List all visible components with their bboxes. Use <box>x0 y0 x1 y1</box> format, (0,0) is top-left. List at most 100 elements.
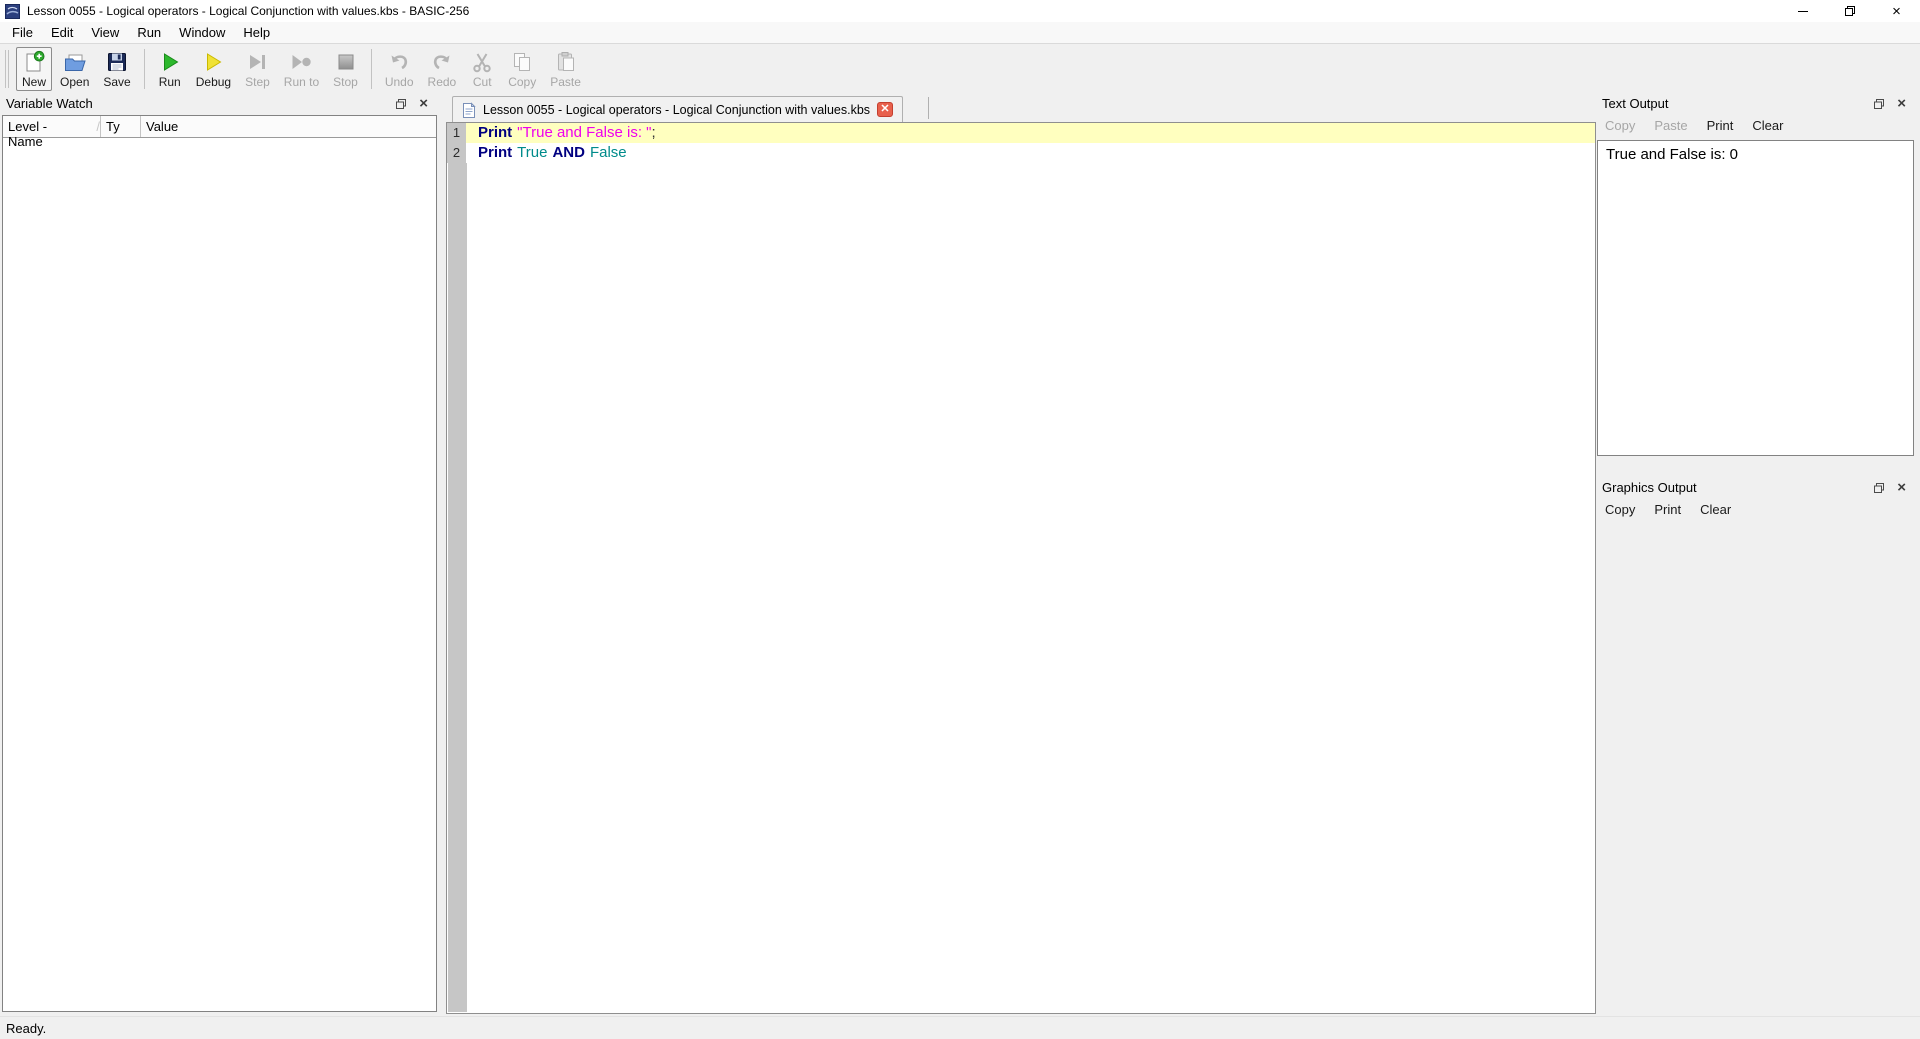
tab-close-icon[interactable]: ✕ <box>877 102 893 117</box>
graphics-output-clear-button[interactable]: Clear <box>1700 502 1731 517</box>
paste-button-label: Paste <box>550 75 581 89</box>
close-icon: × <box>1892 4 1901 19</box>
float-panel-icon[interactable] <box>1873 98 1885 110</box>
debug-button[interactable]: Debug <box>190 47 237 91</box>
run-to-icon <box>289 50 313 74</box>
text-output-print-button[interactable]: Print <box>1707 118 1734 133</box>
graphics-output-titlebar: Graphics Output × <box>1596 476 1918 499</box>
run-button[interactable]: Run <box>152 47 188 91</box>
save-button-label: Save <box>103 75 130 89</box>
step-button[interactable]: Step <box>239 47 276 91</box>
status-message: Ready. <box>6 1021 46 1036</box>
graphics-output-print-button[interactable]: Print <box>1654 502 1681 517</box>
graphics-output-panel: Graphics Output × Copy Print Clear <box>1596 476 1918 1016</box>
variable-watch-panel: Variable Watch × Level - Name / Ty Value <box>0 92 440 1016</box>
run-to-button-label: Run to <box>284 75 319 89</box>
minimize-icon <box>1798 11 1808 12</box>
copy-button-label: Copy <box>508 75 536 89</box>
punctuation-token: ; <box>651 124 655 141</box>
step-icon <box>245 50 269 74</box>
float-panel-icon[interactable] <box>395 98 407 110</box>
editor-tab[interactable]: Lesson 0055 - Logical operators - Logica… <box>452 96 903 122</box>
run-icon <box>158 50 182 74</box>
text-output-title: Text Output <box>1602 96 1873 111</box>
column-header-value[interactable]: Value <box>141 116 436 137</box>
cut-button-label: Cut <box>473 75 492 89</box>
variable-watch-header: Level - Name / Ty Value <box>3 116 436 138</box>
toolbar-separator <box>371 49 372 89</box>
close-panel-icon[interactable]: × <box>1897 97 1906 110</box>
open-folder-icon <box>63 50 87 74</box>
redo-button[interactable]: Redo <box>422 47 463 91</box>
menu-help[interactable]: Help <box>234 23 279 42</box>
minimize-button[interactable] <box>1779 0 1826 22</box>
cut-icon <box>470 50 494 74</box>
graphics-output-title: Graphics Output <box>1602 480 1873 495</box>
new-button[interactable]: New <box>16 47 52 91</box>
code-line-text: PrintTrueANDFalse <box>466 143 1595 163</box>
line-number: 2 <box>447 143 466 163</box>
close-panel-icon[interactable]: × <box>1897 481 1906 494</box>
text-output-content[interactable]: True and False is: 0 <box>1597 140 1914 456</box>
keyword-token: Print <box>478 144 512 161</box>
copy-icon <box>510 50 534 74</box>
save-floppy-icon <box>105 50 129 74</box>
toolbar-drag-handle[interactable] <box>5 50 9 88</box>
stop-button[interactable]: Stop <box>327 47 364 91</box>
open-button[interactable]: Open <box>54 47 95 91</box>
column-header-level-name[interactable]: Level - Name / <box>3 116 101 137</box>
undo-button[interactable]: Undo <box>379 47 420 91</box>
menu-view[interactable]: View <box>82 23 128 42</box>
sort-indicator-icon: / <box>96 119 100 137</box>
text-output-buttons: Copy Paste Print Clear <box>1596 115 1918 136</box>
editor-tabbar: Lesson 0055 - Logical operators - Logica… <box>446 92 1596 122</box>
code-line: 2 PrintTrueANDFalse <box>447 143 1595 163</box>
menu-window[interactable]: Window <box>170 23 234 42</box>
restore-icon <box>1844 5 1856 17</box>
tabbar-separator <box>928 97 929 119</box>
statusbar: Ready. <box>0 1016 1920 1039</box>
cut-button[interactable]: Cut <box>464 47 500 91</box>
editor-tab-title: Lesson 0055 - Logical operators - Logica… <box>483 103 870 117</box>
redo-icon <box>430 50 454 74</box>
graphics-output-buttons: Copy Print Clear <box>1596 499 1918 520</box>
text-output-paste-button[interactable]: Paste <box>1654 118 1687 133</box>
constant-token: False <box>590 144 627 161</box>
constant-token: True <box>517 144 547 161</box>
menu-edit[interactable]: Edit <box>42 23 82 42</box>
menu-file[interactable]: File <box>3 23 42 42</box>
run-button-label: Run <box>159 75 181 89</box>
float-panel-icon[interactable] <box>1873 482 1885 494</box>
string-token: "True and False is: " <box>517 124 651 141</box>
toolbar: New Open Save Run Debug <box>0 45 1920 92</box>
close-panel-icon[interactable]: × <box>419 97 428 110</box>
menu-run[interactable]: Run <box>128 23 170 42</box>
variable-watch-titlebar: Variable Watch × <box>0 92 440 115</box>
restore-button[interactable] <box>1826 0 1873 22</box>
code-line: 1 Print"True and False is: "; <box>447 123 1595 143</box>
paste-button[interactable]: Paste <box>544 47 587 91</box>
run-to-button[interactable]: Run to <box>278 47 325 91</box>
code-editor[interactable]: 1 Print"True and False is: "; 2 PrintTru… <box>446 122 1596 1014</box>
variable-watch-table: Level - Name / Ty Value <box>2 115 437 1012</box>
graphics-output-copy-button[interactable]: Copy <box>1605 502 1635 517</box>
undo-icon <box>387 50 411 74</box>
open-button-label: Open <box>60 75 89 89</box>
save-button[interactable]: Save <box>97 47 136 91</box>
keyword-token: Print <box>478 124 512 141</box>
text-output-copy-button[interactable]: Copy <box>1605 118 1635 133</box>
document-icon <box>462 102 476 118</box>
window-title: Lesson 0055 - Logical operators - Logica… <box>27 4 469 18</box>
redo-button-label: Redo <box>428 75 457 89</box>
copy-button[interactable]: Copy <box>502 47 542 91</box>
text-output-clear-button[interactable]: Clear <box>1752 118 1783 133</box>
graphics-output-canvas <box>1596 520 1918 1016</box>
toolbar-separator <box>144 49 145 89</box>
text-output-titlebar: Text Output × <box>1596 92 1918 115</box>
editor-area: Lesson 0055 - Logical operators - Logica… <box>446 92 1596 1016</box>
app-icon <box>5 4 20 19</box>
column-header-type[interactable]: Ty <box>101 116 141 137</box>
stop-icon <box>334 50 358 74</box>
close-button[interactable]: × <box>1873 0 1920 22</box>
window-titlebar: Lesson 0055 - Logical operators - Logica… <box>0 0 1920 22</box>
